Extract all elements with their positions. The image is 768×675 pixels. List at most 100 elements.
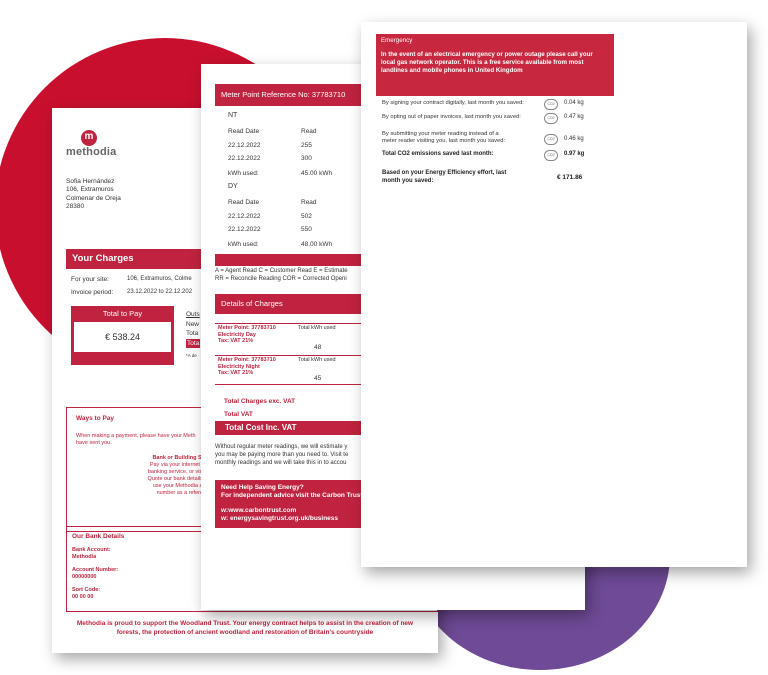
note-line: you may be paying more than you need to.… [215,451,349,458]
co2-cloud-icon: CO2 [544,150,558,161]
total-exc-vat-label: Total Charges exc. VAT [224,398,296,405]
charge-tax: Tax: VAT 21% [218,370,254,376]
bank-field-value: 00 00 00 [72,593,94,600]
address-line: 28380 [66,202,85,210]
read-value: 550 [301,226,312,233]
total-co2-value: 0.97 kg [564,151,585,157]
read-date: 22.12.2022 [228,142,261,149]
bank-details-title: Our Bank Details [72,533,125,540]
col-read-date: Read Date [228,128,260,135]
efficiency-savings-value: € 171.86 [557,174,583,181]
address-line: Sofia Hernández [66,178,115,185]
read-date: 22.12.2022 [228,226,261,233]
saving-label: By submitting your meter reading instead… [382,131,499,137]
note-line: monthly readings and we will take this i… [215,459,347,466]
bank-field-label: Account Number: [72,567,119,573]
saving-row: By signing your contract digitally, last… [382,100,524,106]
charge-meter: Meter Point: 37783710 [218,325,276,331]
outstanding-footnote: *A de [186,353,197,358]
footer-line: forests, the protection of ancient woodl… [116,629,374,636]
co2-cloud-icon: CO2 [544,113,558,124]
total-to-pay-value: € 538.24 [74,322,171,352]
invoice-page-3: Emergency In the event of an electrical … [361,22,747,567]
read-value: 300 [301,155,312,162]
emergency-box: Emergency In the event of an electrical … [376,34,614,96]
total-to-pay-label: Total to Pay [102,309,143,318]
register-name: DY [228,183,238,190]
charge-col-header: Total kWh used [298,325,336,331]
bank-field-label: Sort Code: [72,587,101,593]
bank-field: Account Number: 00000000 [72,567,118,580]
co2-cloud-icon: CO2 [544,99,558,110]
methodia-logo-icon: m [81,130,97,146]
bank-field: Bank Account: Methodia [72,547,111,560]
total-co2-row: Total CO2 emissions saved last month: [382,151,494,157]
bank-field-value: Methodia [72,553,97,560]
intro-line: When making a payment, please have your … [76,433,196,439]
customer-address: Sofia Hernández 106, Extramuros Colmenar… [66,178,121,211]
charge-kwh: 45 [314,375,322,382]
efficiency-line: Based on your Energy Efficiency effort, … [382,170,507,176]
kwh-used-label: kWh used: [228,241,259,248]
site-value: 106, Extramuros, Colme [127,276,192,282]
woodland-trust-footer: Methodia is proud to support the Woodlan… [52,619,438,637]
charge-kwh: 48 [314,344,322,351]
emergency-line: In the event of an electrical emergency … [381,51,593,58]
charge-meter: Meter Point: 37783710 [218,357,276,363]
charge-item: Meter Point: 37783710 Electricity Day Ta… [218,325,276,345]
meter-reading-note: Without regular meter readings, we will … [215,444,348,467]
address-line: Colmenar de Oreja [66,194,121,202]
outstanding-heading: Outs [186,311,200,318]
ways-to-pay-intro: When making a payment, please have your … [76,433,196,447]
col-read-date: Read Date [228,199,260,206]
note-line: Without regular meter readings, we will … [215,444,348,450]
ways-to-pay-title: Ways to Pay [76,415,115,422]
register-name: NT [228,112,238,119]
read-type-legend: A = Agent Read C = Customer Read E = Est… [215,268,348,283]
total-vat-label: Total VAT [224,411,253,418]
total-co2-label: Total CO2 emissions saved last month: [382,151,494,157]
bank-field-value: 00000000 [72,573,97,580]
saving-value: 0.04 kg [564,100,584,106]
efficiency-savings-label: Based on your Energy Efficiency effort, … [382,170,506,185]
emergency-line: local gas network operator. This is a fr… [381,59,584,66]
legend-line: RR = Reconcile Reading COR = Corrected O… [215,275,347,282]
outstanding-row: Tota [186,330,199,337]
read-value: 255 [301,142,312,149]
saving-row: By opting out of paper invoices, last mo… [382,114,521,120]
kwh-used-value: 45.00 kWh [301,170,333,177]
charge-tax: Tax: VAT 21% [218,338,254,344]
emergency-text: In the event of an electrical emergency … [381,51,609,75]
efficiency-line: month you saved: [382,177,434,184]
saving-label: By signing your contract digitally, last… [382,100,524,106]
legend-line: A = Agent Read C = Customer Read E = Est… [215,268,348,274]
invoice-period-value: 23.12.2022 to 22.12.202 [127,289,193,295]
read-date: 22.12.2022 [228,155,261,162]
charge-col-header: Total kWh used [298,357,336,363]
invoice-period-label: Invoice period: [71,289,114,296]
col-read: Read [301,199,317,206]
read-date: 22.12.2022 [228,213,261,220]
outstanding-row: New [186,320,200,328]
intro-line: have sent you. [76,440,112,446]
saving-row: By submitting your meter reading instead… [382,131,505,145]
bank-field: Sort Code: 00 00 00 [72,587,100,600]
charge-item: Meter Point: 37783710 Electricity Night … [218,357,276,377]
bank-field-label: Bank Account: [72,547,111,553]
emergency-title: Emergency [381,37,413,44]
co2-cloud-icon: CO2 [544,134,558,145]
total-to-pay-box: Total to Pay € 538.24 [71,306,174,365]
col-read: Read [301,128,317,135]
kwh-used-label: kWh used: [228,170,259,177]
footer-line: Methodia is proud to support the Woodlan… [76,620,414,627]
methodia-logo-text: methodia [66,146,117,158]
site-label: For your site: [71,276,109,283]
saving-label: By opting out of paper invoices, last mo… [382,114,521,120]
kwh-used-value: 48.00 kWh [301,241,333,248]
saving-label: meter reader visiting you, last month yo… [382,138,506,144]
outstanding-total-row: Tota [186,338,201,348]
emergency-line: landlines and mobile phones in United Ki… [381,67,523,74]
address-line: 106, Extramuros [66,186,114,194]
outstanding-summary: Outs New Tota Tota *A de [186,310,201,361]
saving-value: 0.47 kg [564,114,584,120]
